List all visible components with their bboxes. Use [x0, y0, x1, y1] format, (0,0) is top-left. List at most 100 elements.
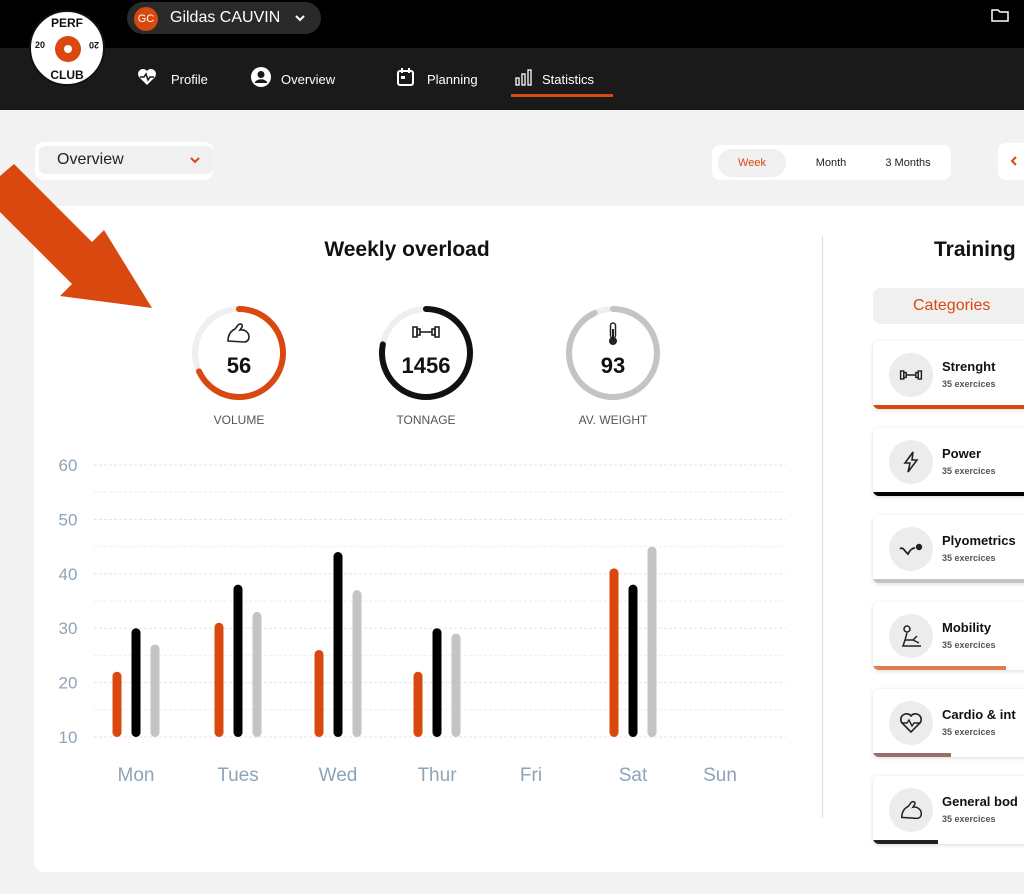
gauge-average-weight: 93 AV. WEIGHT	[563, 303, 663, 427]
category-count: 35 exercices	[942, 379, 996, 389]
category-card-strength[interactable]: Strenght 35 exercices	[873, 341, 1024, 409]
dumbbell-icon	[412, 326, 440, 338]
bar-sat-3[interactable]	[647, 546, 657, 737]
dumbbell-icon	[899, 370, 923, 380]
nav-overview-label: Overview	[281, 72, 336, 87]
x-tick-label: Fri	[520, 765, 542, 786]
bar-sat-1[interactable]	[609, 568, 619, 737]
bar-wed-1[interactable]	[314, 649, 324, 737]
category-card-plyometrics[interactable]: Plyometrics 35 exercices	[873, 515, 1024, 583]
bar-mon-1[interactable]	[112, 671, 122, 737]
category-card-cardio[interactable]: Cardio & int 35 exercices	[873, 689, 1024, 757]
nav-overview[interactable]: Overview	[250, 62, 350, 98]
category-icon-circle	[889, 788, 933, 832]
category-progress-bar	[873, 492, 1024, 496]
gauge-label: VOLUME	[213, 413, 265, 427]
y-tick-label: 60	[59, 456, 78, 475]
arrow-annotation	[0, 164, 152, 308]
bar-wed-3[interactable]	[352, 590, 362, 737]
tab-month[interactable]: Month	[798, 149, 864, 177]
category-name: General bod	[942, 794, 1018, 809]
heart-pulse-icon	[900, 713, 922, 734]
nav-planning-label: Planning	[427, 72, 478, 87]
y-tick-label: 40	[59, 565, 78, 584]
nav-statistics[interactable]: Statistics	[514, 62, 614, 98]
gauge-label: AV. WEIGHT	[578, 413, 648, 427]
y-tick-label: 20	[59, 674, 78, 693]
y-tick-label: 10	[59, 728, 78, 747]
y-tick-label: 50	[59, 510, 78, 529]
category-count: 35 exercices	[942, 466, 996, 476]
category-count: 35 exercices	[942, 640, 996, 650]
gauge-value: 56	[226, 353, 252, 378]
gauge-label: TONNAGE	[396, 413, 456, 427]
category-progress-bar	[873, 666, 1006, 670]
bar-mon-2[interactable]	[131, 628, 141, 737]
category-icon-circle	[889, 701, 933, 745]
gauge-volume: 56 VOLUME	[189, 303, 289, 427]
bar-chart-icon	[515, 69, 532, 86]
lightning-icon	[903, 451, 919, 473]
category-name: Strenght	[942, 359, 996, 374]
category-name: Plyometrics	[942, 533, 1016, 548]
category-card-mobility[interactable]: Mobility 35 exercices	[873, 602, 1024, 670]
calendar-icon	[397, 68, 414, 86]
category-progress-bar	[873, 579, 1024, 583]
nav-planning[interactable]: Planning	[396, 62, 492, 98]
nav-statistics-label: Statistics	[542, 72, 595, 87]
categories-tab[interactable]: Categories	[873, 288, 1024, 324]
bar-mon-3[interactable]	[150, 644, 160, 737]
category-icon-circle	[889, 614, 933, 658]
gauge-tonnage: 1456 TONNAGE	[376, 303, 476, 427]
category-count: 35 exercices	[942, 727, 996, 737]
bar-thur-1[interactable]	[413, 671, 423, 737]
user-circle-icon	[251, 67, 271, 87]
arm-icon	[901, 800, 923, 820]
bar-thur-3[interactable]	[451, 633, 461, 737]
x-tick-label: Sat	[619, 765, 648, 786]
nav-profile-label: Profile	[171, 72, 208, 87]
bar-wed-2[interactable]	[333, 552, 343, 737]
x-tick-label: Wed	[319, 765, 358, 786]
x-tick-label: Tues	[217, 765, 259, 786]
chevron-down-icon	[295, 15, 305, 22]
bar-tues-2[interactable]	[233, 584, 243, 737]
stretch-icon	[901, 625, 921, 647]
category-name: Power	[942, 446, 982, 461]
chevron-down-icon[interactable]	[189, 155, 201, 165]
x-tick-label: Mon	[118, 765, 155, 786]
categories-tab-label: Categories	[913, 297, 991, 314]
x-tick-label: Sun	[703, 765, 737, 786]
category-name: Cardio & int	[942, 707, 1016, 722]
arm-icon	[227, 323, 250, 343]
x-tick-label: Thur	[417, 765, 457, 786]
tab-week[interactable]: Week	[718, 149, 786, 177]
folder-icon[interactable]	[991, 8, 1009, 22]
period-tabs: Week Month 3 Months	[712, 145, 951, 180]
bar-tues-1[interactable]	[214, 622, 224, 737]
category-icon-circle	[889, 353, 933, 397]
category-name: Mobility	[942, 620, 992, 635]
bar-thur-2[interactable]	[432, 628, 442, 737]
section-divider	[822, 236, 823, 818]
category-count: 35 exercices	[942, 553, 996, 563]
category-progress-bar	[873, 753, 952, 757]
category-icon-circle	[889, 440, 933, 484]
category-card-power[interactable]: Power 35 exercices	[873, 428, 1024, 496]
active-tab-indicator	[511, 94, 613, 97]
y-tick-label: 30	[59, 619, 78, 638]
user-name: Gildas CAUVIN	[170, 9, 281, 26]
tab-3-months[interactable]: 3 Months	[872, 149, 944, 177]
category-progress-bar	[873, 840, 938, 844]
category-count: 35 exercices	[942, 814, 996, 824]
gauge-value: 1456	[401, 353, 451, 378]
gauge-value: 93	[600, 353, 626, 378]
previous-period-button[interactable]	[998, 143, 1024, 180]
thermometer-icon	[609, 322, 617, 345]
category-progress-bar	[873, 405, 1024, 409]
bounce-icon	[899, 543, 923, 556]
bar-tues-3[interactable]	[252, 611, 262, 737]
category-card-general-body[interactable]: General bod 35 exercices	[873, 776, 1024, 844]
bar-sat-2[interactable]	[628, 584, 638, 737]
training-title: Training	[934, 238, 1016, 261]
